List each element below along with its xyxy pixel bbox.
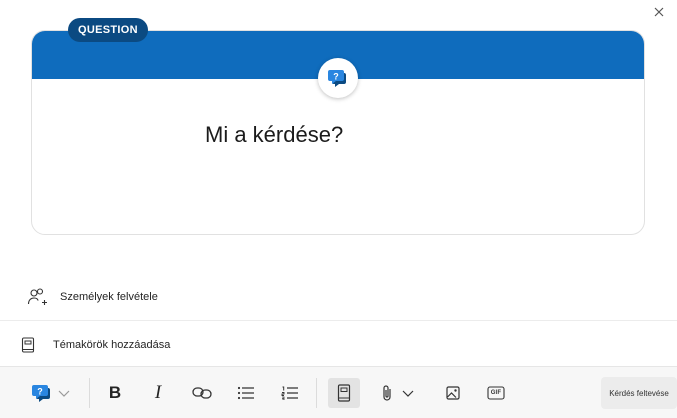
ask-question-dialog: QUESTION ? Személyek felvétele Témakörök… bbox=[0, 0, 677, 418]
close-icon bbox=[654, 7, 664, 17]
book-icon bbox=[337, 384, 351, 402]
close-button[interactable] bbox=[651, 4, 667, 20]
question-bubble-icon: ? bbox=[32, 385, 50, 402]
italic-button[interactable]: I bbox=[144, 378, 172, 408]
paperclip-icon bbox=[383, 385, 391, 401]
gif-label: GIF bbox=[490, 390, 502, 396]
bulleted-list-icon bbox=[237, 386, 254, 400]
question-bubble-icon: ? bbox=[328, 70, 346, 87]
image-icon bbox=[446, 386, 460, 400]
add-people-label: Személyek felvétele bbox=[60, 291, 158, 303]
bold-icon: B bbox=[108, 383, 122, 402]
add-topics-label: Témakörök hozzáadása bbox=[53, 339, 171, 351]
bulleted-list-button[interactable] bbox=[232, 378, 260, 408]
add-people-icon bbox=[27, 288, 47, 305]
post-question-button[interactable]: Kérdés feltevése bbox=[601, 377, 677, 409]
toolbar-separator bbox=[316, 378, 317, 408]
insert-image-button[interactable] bbox=[440, 378, 466, 408]
italic-icon: I bbox=[154, 382, 162, 403]
add-people-button[interactable]: Személyek felvétele bbox=[0, 283, 677, 311]
bold-button[interactable]: B bbox=[101, 378, 129, 408]
question-badge: QUESTION bbox=[68, 18, 148, 42]
numbered-list-button[interactable] bbox=[276, 378, 304, 408]
toolbar-separator bbox=[89, 378, 90, 408]
attach-file-dropdown[interactable] bbox=[376, 378, 420, 408]
question-icon-circle: ? bbox=[318, 58, 358, 98]
insert-gif-button[interactable]: GIF bbox=[482, 378, 510, 408]
link-button[interactable] bbox=[188, 378, 216, 408]
add-topics-button[interactable]: Témakörök hozzáadása bbox=[0, 333, 677, 357]
chevron-down-icon bbox=[402, 390, 414, 397]
compose-toolbar: ? B I GIF Kérdés feltevése bbox=[0, 366, 677, 418]
post-type-dropdown[interactable]: ? bbox=[28, 378, 74, 408]
chevron-down-icon bbox=[58, 390, 70, 397]
question-input[interactable] bbox=[205, 122, 505, 148]
svg-text:?: ? bbox=[333, 72, 339, 82]
svg-text:?: ? bbox=[37, 387, 43, 397]
divider bbox=[0, 320, 677, 321]
link-icon bbox=[192, 387, 212, 399]
numbered-list-icon bbox=[281, 386, 298, 400]
book-icon bbox=[21, 337, 35, 353]
topic-button[interactable] bbox=[328, 378, 360, 408]
